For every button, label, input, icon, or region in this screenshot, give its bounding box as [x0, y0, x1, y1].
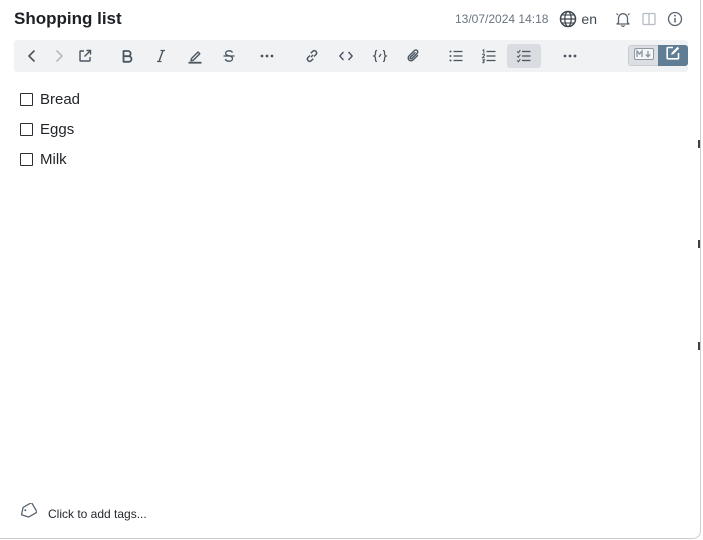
- strikethrough-icon: [222, 49, 236, 63]
- bullet-list-button[interactable]: [443, 44, 469, 68]
- bold-icon: [120, 49, 134, 63]
- note-editor-content[interactable]: Bread Eggs Milk: [20, 84, 80, 174]
- note-header-actions: 13/07/2024 14:18 en: [455, 9, 684, 29]
- window-edge-mark: [698, 140, 700, 148]
- task-text[interactable]: Bread: [40, 91, 80, 108]
- tag-icon: [19, 502, 38, 524]
- open-external-button[interactable]: [72, 44, 98, 68]
- italic-icon: [154, 49, 168, 63]
- edit-mode-button[interactable]: [658, 45, 688, 66]
- chevron-right-icon: [52, 49, 66, 63]
- code-block-button[interactable]: [367, 44, 393, 68]
- bell-icon[interactable]: [614, 10, 632, 28]
- window-edge-mark: [698, 342, 700, 350]
- split-view-icon[interactable]: [640, 10, 658, 28]
- bold-button[interactable]: [114, 44, 140, 68]
- task-checkbox[interactable]: [20, 152, 33, 166]
- attachment-button[interactable]: [401, 44, 427, 68]
- more-insert-button[interactable]: [557, 44, 583, 68]
- edit-icon: [665, 45, 681, 66]
- chevron-left-icon: [25, 49, 39, 63]
- task-list-button[interactable]: [507, 44, 541, 68]
- language-code: en: [581, 11, 597, 27]
- globe-icon: [559, 10, 577, 28]
- paperclip-icon: [406, 48, 422, 64]
- task-text[interactable]: Eggs: [40, 121, 74, 138]
- marker-icon: [187, 48, 203, 64]
- link-icon: [304, 48, 320, 64]
- checklist-item: Milk: [20, 144, 80, 174]
- note-window: Shopping list 13/07/2024 14:18 en Bread …: [0, 0, 701, 539]
- numbered-list-button[interactable]: [476, 44, 502, 68]
- add-tags-button[interactable]: Click to add tags...: [19, 502, 147, 524]
- info-icon[interactable]: [666, 10, 684, 28]
- window-edge-mark: [698, 240, 700, 248]
- editor-toolbar: [14, 40, 688, 72]
- checklist-icon: [516, 48, 532, 64]
- language-selector[interactable]: en: [559, 10, 597, 28]
- markdown-icon: [633, 47, 654, 65]
- more-horizontal-icon: [562, 48, 578, 64]
- external-link-icon: [77, 48, 93, 64]
- note-timestamp: 13/07/2024 14:18: [455, 12, 549, 26]
- numbered-list-icon: [481, 48, 497, 64]
- editor-mode-switch: [628, 45, 688, 66]
- inline-code-button[interactable]: [333, 44, 359, 68]
- note-title[interactable]: Shopping list: [14, 9, 122, 29]
- back-button[interactable]: [19, 44, 45, 68]
- task-checkbox[interactable]: [20, 92, 33, 106]
- checklist-item: Eggs: [20, 114, 80, 144]
- code-icon: [338, 48, 354, 64]
- task-text[interactable]: Milk: [40, 151, 67, 168]
- code-block-icon: [372, 48, 388, 64]
- add-tags-label: Click to add tags...: [48, 506, 147, 521]
- more-horizontal-icon: [259, 48, 275, 64]
- more-format-button[interactable]: [254, 44, 280, 68]
- link-button[interactable]: [299, 44, 325, 68]
- task-checkbox[interactable]: [20, 122, 33, 136]
- italic-button[interactable]: [148, 44, 174, 68]
- forward-button[interactable]: [46, 44, 72, 68]
- highlight-button[interactable]: [182, 44, 208, 68]
- strikethrough-button[interactable]: [216, 44, 242, 68]
- bullet-list-icon: [448, 48, 464, 64]
- checklist-item: Bread: [20, 84, 80, 114]
- markdown-mode-button[interactable]: [628, 45, 658, 66]
